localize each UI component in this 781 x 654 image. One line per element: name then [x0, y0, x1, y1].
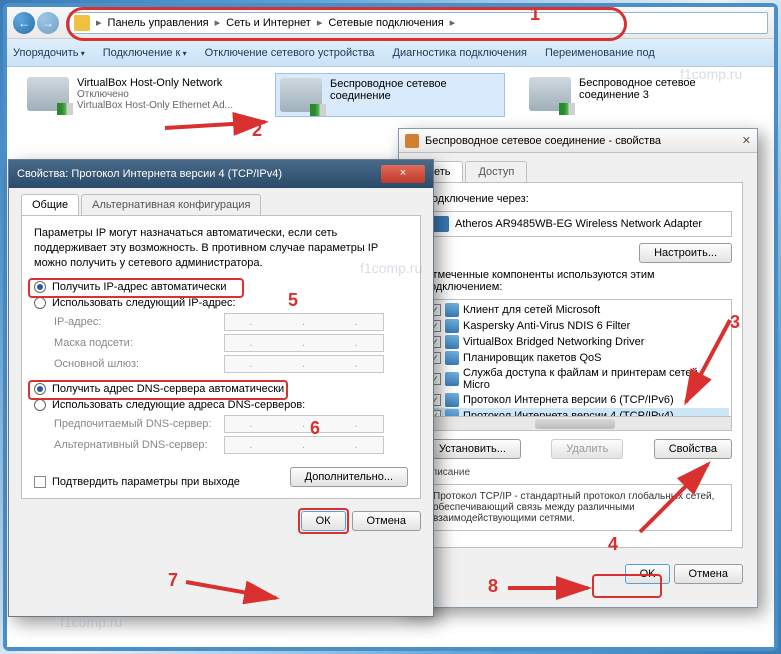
preferred-dns-label: Предпочитаемый DNS-сервер: — [54, 418, 224, 430]
network-item-wireless-3[interactable]: Беспроводное сетевое соединение 3 — [525, 73, 755, 115]
component-item[interactable]: Протокол Интернета версии 6 (TCP/IPv6) — [463, 394, 674, 406]
network-name-line2: соединение — [330, 90, 447, 102]
network-item-wireless[interactable]: Беспроводное сетевое соединение — [275, 73, 505, 117]
configure-button[interactable]: Настроить... — [639, 243, 732, 263]
description-box: Протокол TCP/IP - стандартный протокол г… — [424, 484, 732, 531]
radio-label: Использовать следующий IP-адрес: — [52, 297, 236, 309]
component-item[interactable]: Планировщик пакетов QoS — [463, 352, 602, 364]
connect-to-menu[interactable]: Подключение к — [103, 47, 187, 59]
toolbar: Упорядочить Подключение к Отключение сет… — [7, 39, 774, 67]
scrollbar-horizontal[interactable] — [425, 416, 731, 430]
component-item[interactable]: Служба доступа к файлам и принтерам сете… — [463, 367, 727, 391]
properties-button[interactable]: Свойства — [654, 439, 732, 459]
ok-button[interactable]: ОК — [301, 511, 346, 531]
forward-button[interactable]: → — [37, 12, 59, 34]
dialog-title: Беспроводное сетевое соединение - свойст… — [425, 135, 661, 147]
components-label: Отмеченные компоненты используются этим … — [424, 269, 732, 293]
radio-label: Использовать следующие адреса DNS-сервер… — [52, 399, 305, 411]
confirm-on-exit-checkbox[interactable]: ✓ — [34, 476, 46, 488]
adapter-name: Atheros AR9485WB-EG Wireless Network Ada… — [455, 218, 702, 230]
adapter-box: Atheros AR9485WB-EG Wireless Network Ada… — [424, 211, 732, 237]
network-name: Беспроводное сетевое — [579, 77, 696, 89]
network-name: VirtualBox Host-Only Network — [77, 77, 233, 89]
component-icon — [445, 393, 459, 407]
radio-obtain-dns-auto[interactable] — [34, 383, 46, 395]
ip-address-input: ... — [224, 313, 384, 331]
network-name: Беспроводное сетевое — [330, 78, 447, 90]
disable-device[interactable]: Отключение сетевого устройства — [205, 47, 375, 59]
network-adapter-name: VirtualBox Host-Only Ethernet Ad... — [77, 100, 233, 111]
component-icon — [445, 303, 459, 317]
install-button[interactable]: Установить... — [424, 439, 521, 459]
component-item[interactable]: VirtualBox Bridged Networking Driver — [463, 336, 644, 348]
network-item-vbox[interactable]: VirtualBox Host-Only Network Отключено V… — [23, 73, 263, 115]
dialog-connection-properties: Беспроводное сетевое соединение - свойст… — [398, 128, 758, 608]
network-status: Отключено — [77, 89, 233, 100]
breadcrumb-item[interactable]: Сеть и Интернет — [222, 17, 315, 29]
alternate-dns-input: ... — [224, 436, 384, 454]
component-icon — [445, 319, 459, 333]
component-item[interactable]: Клиент для сетей Microsoft — [463, 304, 600, 316]
tab-access[interactable]: Доступ — [465, 161, 527, 182]
component-item[interactable]: Kaspersky Anti-Virus NDIS 6 Filter — [463, 320, 630, 332]
breadcrumb-item[interactable]: Панель управления — [104, 17, 213, 29]
ip-address-label: IP-адрес: — [54, 316, 224, 328]
description-heading: Описание — [424, 467, 732, 478]
network-name-line2: соединение 3 — [579, 89, 696, 101]
close-icon[interactable]: ✕ — [742, 134, 751, 147]
folder-icon — [74, 15, 90, 31]
gateway-input: ... — [224, 355, 384, 373]
network-adapter-icon — [280, 78, 322, 112]
network-adapter-icon — [529, 77, 571, 111]
network-adapter-icon — [27, 77, 69, 111]
connect-via-label: Подключение через: — [424, 193, 732, 205]
confirm-on-exit-label: Подтвердить параметры при выходе — [52, 476, 240, 488]
gateway-label: Основной шлюз: — [54, 358, 224, 370]
close-icon[interactable]: × — [381, 165, 425, 183]
cancel-button[interactable]: Отмена — [674, 564, 743, 584]
component-icon — [445, 351, 459, 365]
dialog-title: Свойства: Протокол Интернета версии 4 (T… — [17, 168, 282, 180]
component-icon — [445, 372, 459, 386]
remove-button: Удалить — [551, 439, 623, 459]
cancel-button[interactable]: Отмена — [352, 511, 421, 531]
radio-use-ip[interactable] — [34, 297, 46, 309]
components-list[interactable]: ✓Клиент для сетей Microsoft ✓Kaspersky A… — [424, 299, 732, 431]
ok-button[interactable]: OK — [625, 564, 671, 584]
advanced-button[interactable]: Дополнительно... — [290, 467, 408, 487]
preferred-dns-input: ... — [224, 415, 384, 433]
radio-label: Получить адрес DNS-сервера автоматически — [52, 383, 284, 395]
alternate-dns-label: Альтернативный DNS-сервер: — [54, 439, 224, 451]
dialog-icon — [405, 134, 419, 148]
back-button[interactable]: ← — [13, 12, 35, 34]
breadcrumb[interactable]: ▸ Панель управления ▸ Сеть и Интернет ▸ … — [69, 12, 768, 34]
radio-label: Получить IP-адрес автоматически — [52, 281, 226, 293]
tab-general[interactable]: Общие — [21, 194, 79, 215]
radio-obtain-ip-auto[interactable] — [34, 281, 46, 293]
radio-use-dns[interactable] — [34, 399, 46, 411]
organize-menu[interactable]: Упорядочить — [13, 47, 85, 59]
tab-alternate[interactable]: Альтернативная конфигурация — [81, 194, 261, 215]
subnet-mask-label: Маска подсети: — [54, 337, 224, 349]
rename-connection[interactable]: Переименование под — [545, 47, 655, 59]
diagnose-connection[interactable]: Диагностика подключения — [393, 47, 527, 59]
breadcrumb-item[interactable]: Сетевые подключения — [324, 17, 447, 29]
subnet-mask-input: ... — [224, 334, 384, 352]
component-icon — [445, 335, 459, 349]
description-text: Параметры IP могут назначаться автоматич… — [34, 226, 408, 271]
dialog-ipv4-properties: Свойства: Протокол Интернета версии 4 (T… — [8, 159, 434, 617]
